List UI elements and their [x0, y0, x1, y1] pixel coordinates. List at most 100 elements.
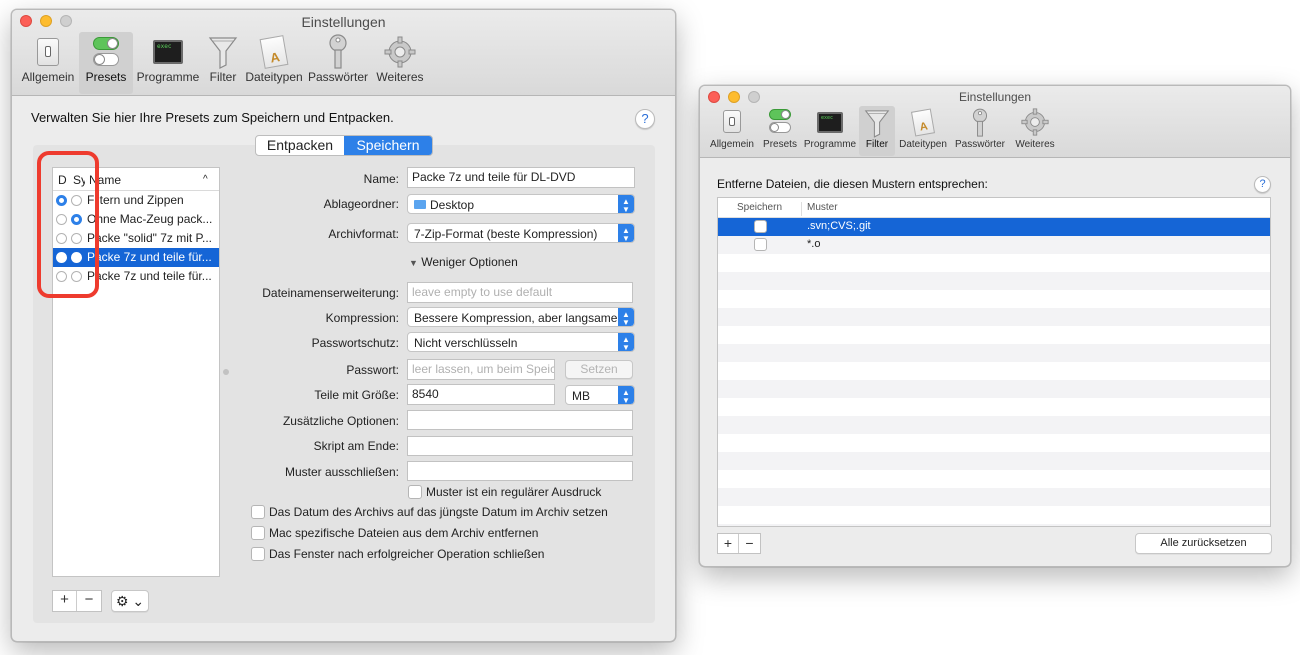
- save-checkbox[interactable]: [754, 220, 767, 233]
- fewer-options-disclosure[interactable]: ▼ Weniger Optionen: [409, 255, 518, 269]
- key-icon: [329, 34, 347, 69]
- document-icon: A: [259, 35, 289, 69]
- filter-table: Speichern Muster .svn;CVS;.git *.o: [717, 197, 1271, 527]
- popup-arrows-icon: ▲ ▼: [618, 308, 634, 326]
- popup-arrows-icon: ▲ ▼: [618, 333, 634, 351]
- help-button[interactable]: ?: [1254, 176, 1271, 193]
- filter-row[interactable]: *.o: [718, 236, 1270, 254]
- compression-popup[interactable]: Bessere Kompression, aber langsamer ▲ ▼: [407, 307, 635, 327]
- script-end-label: Skript am Ende:: [313, 439, 399, 453]
- tab-presets[interactable]: Presets: [79, 32, 133, 94]
- toolbar: Allgemein Presets exec Programme Filter: [705, 106, 1290, 158]
- preset-name: Packe 7z und teile für...: [87, 250, 212, 264]
- filter-row-selected[interactable]: .svn;CVS;.git: [718, 218, 1270, 236]
- toggles-icon: [93, 37, 119, 67]
- close-window-checkbox[interactable]: [251, 547, 265, 561]
- segment-speichern[interactable]: Speichern: [344, 136, 432, 155]
- filter-pattern: .svn;CVS;.git: [807, 220, 871, 232]
- format-label: Archivformat:: [328, 227, 399, 241]
- tab-programme[interactable]: exec Programme: [801, 106, 859, 156]
- toolbar: Allgemein Presets exec Programme Filter: [17, 32, 675, 94]
- tab-filter[interactable]: Filter: [203, 32, 243, 94]
- tab-allgemein[interactable]: Allgemein: [17, 32, 79, 94]
- preferences-window-presets: Einstellungen Allgemein Presets exec Pro…: [11, 9, 676, 642]
- password-label: Passwort:: [346, 363, 399, 377]
- title-bar: Einstellungen Allgemein Presets exec Pro…: [700, 86, 1290, 158]
- remove-mac-files-checkbox-label: Mac spezifische Dateien aus dem Archiv e…: [269, 526, 539, 540]
- set-password-button[interactable]: Setzen: [565, 360, 633, 379]
- folder-icon: [414, 200, 426, 209]
- funnel-icon: [208, 37, 238, 69]
- split-handle[interactable]: [223, 369, 229, 375]
- remove-preset-button[interactable]: −: [77, 591, 101, 611]
- window-title: Einstellungen: [958, 90, 1032, 104]
- tab-filter[interactable]: Filter: [859, 106, 895, 156]
- close-window-checkbox-label: Das Fenster nach erfolgreicher Operation…: [269, 547, 545, 561]
- column-header-muster[interactable]: Muster: [807, 202, 838, 213]
- compression-label: Kompression:: [325, 311, 399, 325]
- regex-checkbox[interactable]: [408, 485, 422, 499]
- extension-label: Dateinamenserweiterung:: [262, 286, 399, 300]
- tab-passwoerter[interactable]: Passwörter: [951, 106, 1009, 156]
- password-field[interactable]: leer lassen, um beim Speic: [407, 359, 555, 380]
- format-popup[interactable]: 7-Zip-Format (beste Kompression) ▲ ▼: [407, 223, 635, 243]
- funnel-icon: [864, 110, 890, 138]
- script-end-field[interactable]: [407, 436, 633, 456]
- tab-presets[interactable]: Presets: [759, 106, 801, 156]
- tab-weiteres[interactable]: Weiteres: [1009, 106, 1061, 156]
- presets-description: Verwalten Sie hier Ihre Presets zum Spei…: [31, 110, 394, 125]
- filter-add-remove: + −: [717, 533, 761, 554]
- preset-name: Packe "solid" 7z mit P...: [87, 231, 213, 245]
- name-label: Name:: [363, 172, 399, 186]
- password-protection-popup[interactable]: Nicht verschlüsseln ▲ ▼: [407, 332, 635, 352]
- set-date-checkbox[interactable]: [251, 505, 265, 519]
- add-preset-button[interactable]: +: [53, 591, 77, 611]
- split-unit-popup[interactable]: MB ▲ ▼: [565, 385, 635, 405]
- save-checkbox[interactable]: [754, 238, 767, 251]
- preset-add-remove: + −: [52, 590, 102, 612]
- additional-options-field[interactable]: [407, 410, 633, 430]
- split-size-field[interactable]: 8540: [407, 384, 555, 405]
- disclosure-triangle-icon: ▼: [409, 258, 418, 268]
- segment-entpacken[interactable]: Entpacken: [256, 136, 344, 155]
- tab-programme[interactable]: exec Programme: [133, 32, 203, 94]
- column-header-speichern[interactable]: Speichern: [718, 202, 802, 216]
- popup-arrows-icon: ▲ ▼: [618, 386, 634, 404]
- tab-weiteres[interactable]: Weiteres: [371, 32, 429, 94]
- mode-segmented-control: Entpacken Speichern: [255, 135, 433, 156]
- remove-filter-button[interactable]: −: [739, 534, 760, 553]
- terminal-icon: exec: [817, 112, 843, 133]
- folder-label: Ablageordner:: [323, 197, 399, 211]
- switch-icon: [723, 110, 741, 133]
- preset-name: Filtern und Zippen: [87, 193, 184, 207]
- tab-passwoerter[interactable]: Passwörter: [305, 32, 371, 94]
- name-field[interactable]: Packe 7z und teile für DL-DVD: [407, 167, 635, 188]
- regex-checkbox-label: Muster ist ein regulärer Ausdruck: [426, 485, 602, 499]
- reset-all-button[interactable]: Alle zurücksetzen: [1135, 533, 1272, 554]
- popup-arrows-icon: ▲ ▼: [618, 224, 634, 242]
- help-button[interactable]: ?: [635, 109, 655, 129]
- preset-name: Packe 7z und teile für...: [87, 269, 212, 283]
- window-title: Einstellungen: [301, 14, 386, 30]
- add-filter-button[interactable]: +: [718, 534, 739, 553]
- gear-icon: [1021, 108, 1049, 136]
- tab-dateitypen[interactable]: A Dateitypen: [895, 106, 951, 156]
- exclude-pattern-label: Muster ausschließen:: [284, 465, 399, 479]
- toggles-icon: [769, 109, 791, 135]
- folder-popup[interactable]: Desktop ▲ ▼: [407, 194, 635, 214]
- exclude-pattern-field[interactable]: [407, 461, 633, 481]
- extension-field[interactable]: leave empty to use default: [407, 282, 633, 303]
- title-bar: Einstellungen Allgemein Presets exec Pro…: [12, 10, 675, 96]
- filter-description: Entferne Dateien, die diesen Mustern ent…: [717, 177, 988, 191]
- document-icon: A: [910, 108, 936, 137]
- additional-options-label: Zusätzliche Optionen:: [282, 414, 399, 428]
- key-icon: [972, 108, 988, 137]
- remove-mac-files-checkbox[interactable]: [251, 526, 265, 540]
- filter-table-header: Speichern Muster: [718, 198, 1270, 218]
- gear-menu-button[interactable]: ⚙ ⌄: [111, 590, 149, 612]
- preset-name: Ohne Mac-Zeug pack...: [87, 212, 213, 226]
- tab-allgemein[interactable]: Allgemein: [705, 106, 759, 156]
- tab-dateitypen[interactable]: A Dateitypen: [243, 32, 305, 94]
- highlight-annotation: [37, 151, 99, 298]
- set-date-checkbox-label: Das Datum des Archivs auf das jüngste Da…: [269, 505, 608, 519]
